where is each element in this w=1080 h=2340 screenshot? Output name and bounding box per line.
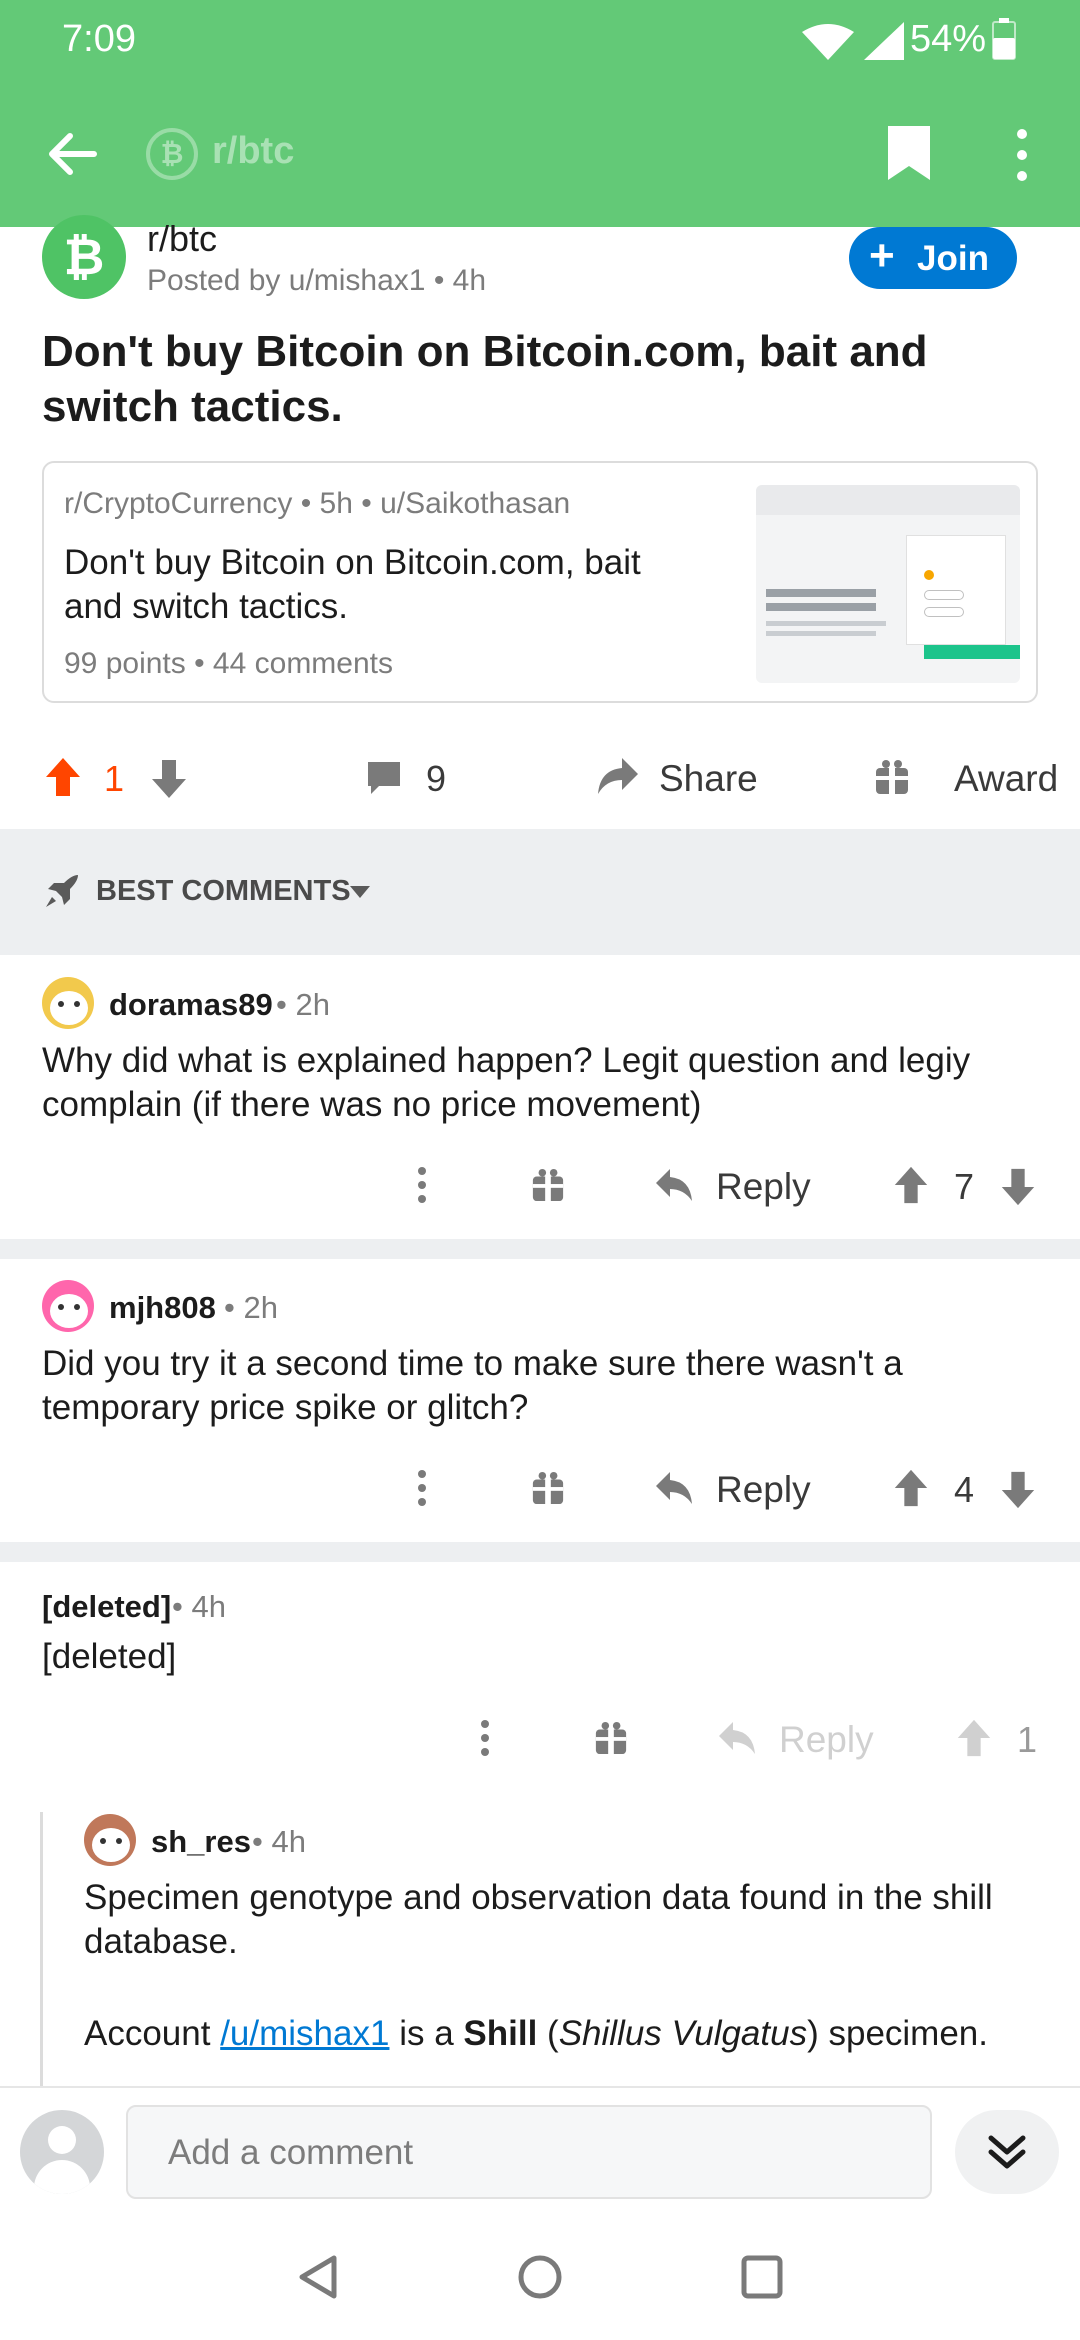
appbar-subreddit-title: r/btc <box>212 130 295 172</box>
user-link[interactable]: /u/mishax1 <box>220 2014 389 2053</box>
award-button[interactable]: Award <box>954 758 1058 800</box>
upvote-arrow-icon[interactable] <box>44 756 82 798</box>
upvote-arrow-icon[interactable] <box>892 1468 930 1508</box>
avatar[interactable] <box>42 977 94 1029</box>
comment-age: • 2h <box>224 1290 278 1325</box>
reply-arrow-icon[interactable] <box>654 1167 694 1203</box>
join-label: Join <box>917 239 989 278</box>
thread-line <box>40 1812 43 2092</box>
sort-label[interactable]: BEST COMMENTS <box>96 875 351 908</box>
comment-input-placeholder: Add a comment <box>168 2133 414 2172</box>
wifi-icon <box>802 24 854 60</box>
award-gift-icon[interactable] <box>531 1167 565 1203</box>
double-chevron-down-icon <box>988 2135 1026 2169</box>
reply-text: is a <box>399 2014 454 2053</box>
reply-button[interactable]: Reply <box>716 1469 811 1511</box>
share-arrow-icon[interactable] <box>596 756 640 796</box>
upvote-arrow-icon[interactable] <box>892 1165 930 1205</box>
downvote-arrow-icon[interactable] <box>999 1167 1037 1207</box>
plus-icon: + <box>869 231 895 280</box>
post-comment-count[interactable]: 9 <box>426 758 446 800</box>
comment-body: Did you try it a second time to make sur… <box>42 1344 903 1427</box>
comment-input[interactable]: Add a comment <box>126 2105 932 2199</box>
avatar[interactable] <box>42 1280 94 1332</box>
overflow-menu-icon[interactable] <box>1010 126 1034 184</box>
battery-percent: 54% <box>910 18 987 60</box>
rocket-icon <box>46 875 78 907</box>
comment-age: • 4h <box>172 1589 226 1624</box>
upvote-arrow-icon[interactable] <box>955 1718 993 1758</box>
reply-bold-text: Shill <box>463 2014 538 2053</box>
reply-text: Account <box>84 2014 211 2053</box>
award-gift-icon[interactable] <box>874 758 910 796</box>
comment-author: [deleted] <box>42 1589 172 1624</box>
reply-text: ) specimen. <box>807 2014 988 2053</box>
back-arrow-icon[interactable] <box>44 126 100 182</box>
comment-author[interactable]: mjh808 <box>109 1290 216 1326</box>
scroll-down-button[interactable] <box>955 2110 1059 2194</box>
chevron-down-icon[interactable] <box>349 885 371 899</box>
more-options-icon[interactable] <box>416 1166 428 1204</box>
share-button[interactable]: Share <box>659 758 758 800</box>
downvote-arrow-icon[interactable] <box>150 758 188 800</box>
reply-button-disabled: Reply <box>779 1719 874 1760</box>
comment-body: [deleted] <box>42 1637 177 1676</box>
comment-body: Why did what is explained happen? Legit … <box>42 1041 971 1124</box>
nav-recents-icon[interactable] <box>740 2254 784 2300</box>
nav-home-icon[interactable] <box>517 2254 563 2300</box>
crosspost-thumbnail <box>756 485 1020 683</box>
subreddit-bitcoin-icon: ₿ <box>146 128 198 180</box>
reply-arrow-icon[interactable] <box>654 1470 694 1506</box>
bookmark-icon[interactable] <box>886 124 932 182</box>
comment-composer: Add a comment <box>0 2086 1080 2208</box>
reply-body-line2: Account /u/mishax1 is a Shill (Shillus V… <box>84 2012 1074 2056</box>
comment-bubble-icon[interactable] <box>365 759 403 797</box>
downvote-arrow-icon[interactable] <box>999 1470 1037 1510</box>
reply-body-line1: Specimen genotype and observation data f… <box>84 1878 993 1961</box>
comment-score: 4 <box>954 1469 975 1510</box>
reply-italic-text: Shillus Vulgatus <box>558 2014 808 2053</box>
post-meta: Posted by u/mishax1 • 4h <box>147 264 487 297</box>
avatar[interactable] <box>84 1814 136 1866</box>
award-gift-icon[interactable] <box>531 1470 565 1506</box>
comment-author[interactable]: doramas89 <box>109 987 273 1023</box>
reply-age: • 4h <box>252 1824 306 1859</box>
reply-text: ( <box>547 2014 559 2053</box>
award-gift-icon[interactable] <box>594 1720 628 1756</box>
crosspost-meta: r/CryptoCurrency • 5h • u/Saikothasan <box>64 487 571 520</box>
join-button[interactable]: + Join <box>849 227 1017 289</box>
status-bar: 7:09 54% <box>0 0 1080 80</box>
comment-score: 1 <box>1017 1719 1038 1760</box>
more-options-icon[interactable] <box>416 1469 428 1507</box>
reply-button[interactable]: Reply <box>716 1166 811 1208</box>
comment-divider <box>0 1239 1080 1259</box>
reply-arrow-icon <box>719 1722 755 1754</box>
comment-divider <box>0 1542 1080 1562</box>
system-nav-bar <box>0 2208 1080 2340</box>
post-vote-count: 1 <box>104 758 125 799</box>
sort-bar[interactable]: BEST COMMENTS <box>0 829 1080 955</box>
nav-back-icon[interactable] <box>296 2254 340 2300</box>
reply-author[interactable]: sh_res <box>151 1824 251 1860</box>
comment-age: • 2h <box>276 987 330 1022</box>
post-subreddit[interactable]: r/btc <box>147 218 217 260</box>
user-avatar-icon[interactable] <box>20 2110 104 2194</box>
app-bar: ₿ r/btc <box>0 80 1080 227</box>
crosspost-card[interactable]: r/CryptoCurrency • 5h • u/Saikothasan Do… <box>42 461 1038 703</box>
comment-score: 7 <box>954 1166 975 1207</box>
crosspost-title: Don't buy Bitcoin on Bitcoin.com, bait a… <box>64 543 641 626</box>
more-options-icon[interactable] <box>479 1719 491 1757</box>
crosspost-stats: 99 points • 44 comments <box>64 647 394 680</box>
battery-icon <box>992 18 1016 60</box>
post-title: Don't buy Bitcoin on Bitcoin.com, bait a… <box>42 327 928 431</box>
status-time: 7:09 <box>62 18 136 60</box>
subreddit-avatar[interactable]: ₿ <box>42 215 126 299</box>
signal-icon <box>864 22 904 60</box>
